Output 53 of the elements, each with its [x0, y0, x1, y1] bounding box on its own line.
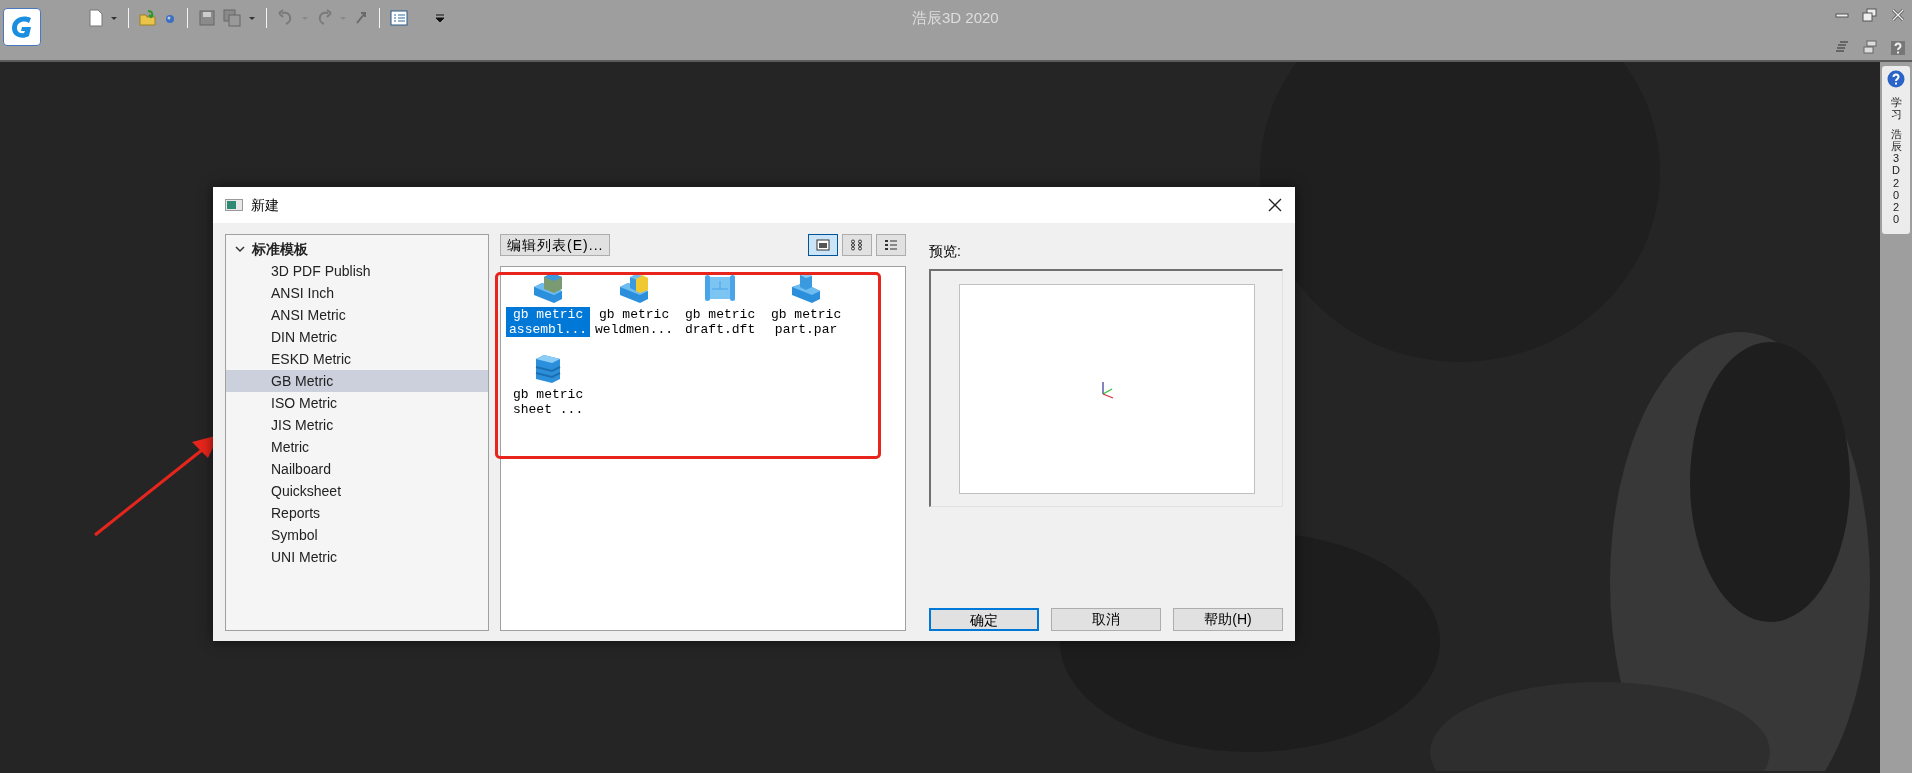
- side-tab-label: 学习: [1890, 96, 1902, 121]
- help-icon[interactable]: [1890, 40, 1906, 56]
- template-item[interactable]: gb metric assembl...: [506, 307, 591, 337]
- tree-item[interactable]: Metric: [226, 436, 489, 458]
- side-tab-label: 浩辰3D 2020: [1890, 128, 1902, 225]
- help-icon: [1887, 70, 1905, 88]
- window-title: 浩辰3D 2020: [912, 8, 999, 28]
- tree-item[interactable]: Symbol: [226, 524, 489, 546]
- assembly-block-icon: [532, 273, 565, 303]
- tree-item[interactable]: ESKD Metric: [226, 348, 489, 370]
- close-icon[interactable]: [1267, 197, 1283, 213]
- drawing-sheet-icon: [704, 273, 737, 303]
- cascade-icon[interactable]: [1834, 40, 1850, 54]
- tree-item[interactable]: Quicksheet: [226, 480, 489, 502]
- tree-item[interactable]: ANSI Metric: [226, 304, 489, 326]
- open-folder-icon[interactable]: [139, 9, 157, 27]
- dialog-button[interactable]: 确定: [929, 608, 1039, 631]
- tree-group-label[interactable]: 标准模板: [252, 238, 308, 260]
- preview-label: 预览:: [929, 242, 962, 261]
- chevron-icon[interactable]: [234, 243, 246, 255]
- tree-item[interactable]: UNI Metric: [226, 546, 489, 568]
- large-icons-view-button[interactable]: [808, 234, 838, 256]
- tree-item[interactable]: 3D PDF Publish: [226, 260, 489, 282]
- template-item[interactable]: gb metric weldmen...: [592, 307, 677, 337]
- tree-item[interactable]: GB Metric: [226, 370, 489, 392]
- restore-icon[interactable]: [1862, 8, 1878, 22]
- tile-icon[interactable]: [1862, 40, 1878, 54]
- dialog-button[interactable]: 取消: [1051, 608, 1161, 631]
- dialog-title: 新建: [251, 195, 279, 215]
- window-icon: [225, 199, 243, 211]
- save-icon[interactable]: [198, 9, 216, 27]
- small-icons-view-button[interactable]: [842, 234, 872, 256]
- tree-item[interactable]: DIN Metric: [226, 326, 489, 348]
- weldment-block-icon: [618, 273, 651, 303]
- tree-item[interactable]: ANSI Inch: [226, 282, 489, 304]
- template-item[interactable]: gb metric draft.dft: [678, 307, 763, 337]
- grid-icon: [850, 239, 864, 251]
- dialog-button[interactable]: 帮助(H): [1173, 608, 1283, 631]
- picture-icon: [816, 239, 830, 251]
- side-tab[interactable]: 学习 浩辰3D 2020: [1882, 66, 1910, 234]
- template-item[interactable]: gb metric part.par: [764, 307, 849, 337]
- template-item[interactable]: gb metric sheet ...: [506, 387, 591, 417]
- tree-item[interactable]: JIS Metric: [226, 414, 489, 436]
- list-view-button[interactable]: [876, 234, 906, 256]
- app-logo-icon[interactable]: [3, 8, 41, 46]
- list-icon: [884, 239, 898, 251]
- part-block-icon: [790, 273, 823, 303]
- tree-item[interactable]: Nailboard: [226, 458, 489, 480]
- list-icon[interactable]: [390, 9, 408, 27]
- tree-item[interactable]: Reports: [226, 502, 489, 524]
- tree-item[interactable]: ISO Metric: [226, 392, 489, 414]
- new-document-icon[interactable]: [88, 9, 104, 27]
- edit-list-button[interactable]: 编辑列表(E)...: [500, 234, 611, 256]
